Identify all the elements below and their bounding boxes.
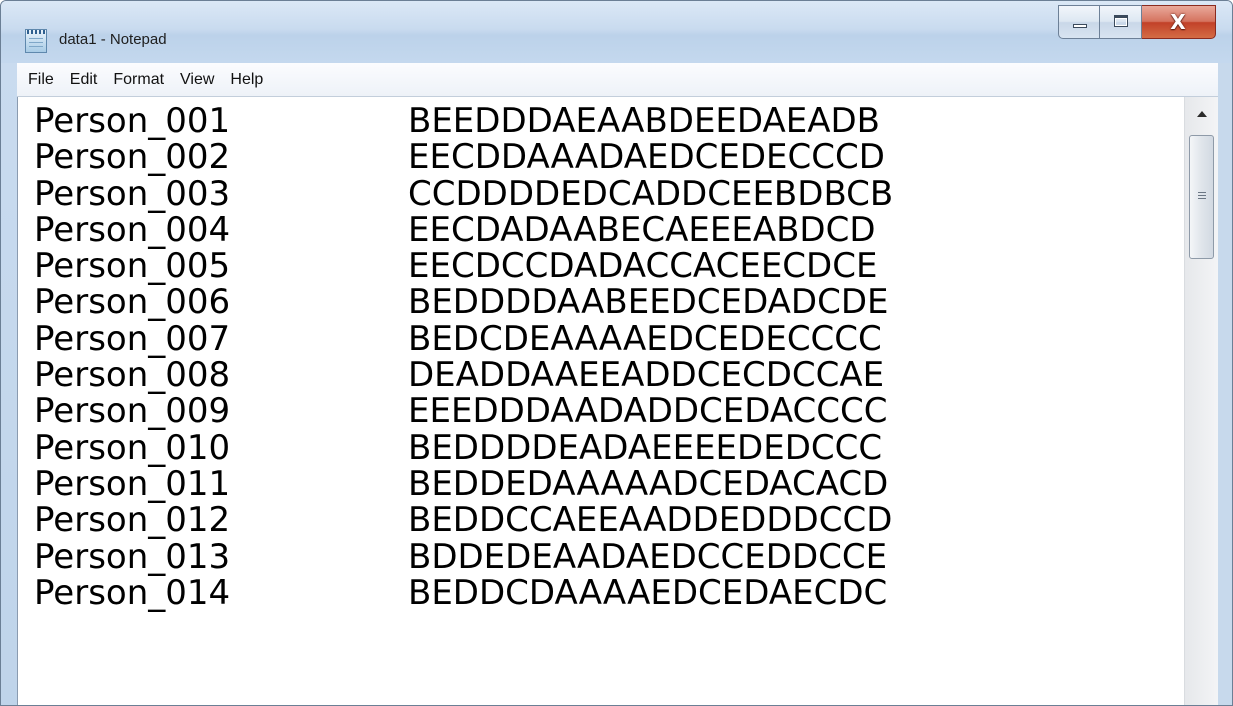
response-code: DEADDAAEEADDCECDCCAE	[408, 355, 885, 396]
menu-help[interactable]: Help	[222, 65, 271, 95]
scroll-up-arrow-icon[interactable]	[1185, 97, 1218, 131]
person-id: Person_001	[34, 101, 231, 141]
text-line: Person_014 BEDDCDAAAAEDCEDAECDC	[34, 572, 1174, 613]
scroll-thumb[interactable]	[1189, 135, 1214, 259]
text-editor[interactable]: Person_001 BEEDDDAEAABDEEDAEADB Person_00…	[17, 97, 1218, 705]
text-line: Person_013 BDDEDEAADAEDCCEDDCCE	[34, 536, 1174, 577]
person-id: Person_009	[34, 391, 231, 432]
vertical-scrollbar[interactable]	[1184, 97, 1218, 705]
response-code: BEDCDEAAAAEDCEDECCCC	[408, 318, 882, 359]
title-bar[interactable]: data1 - Notepad X	[1, 1, 1232, 63]
notepad-window: data1 - Notepad X File Edit Format View …	[0, 0, 1233, 706]
person-id: Person_003	[34, 173, 231, 214]
menu-view[interactable]: View	[172, 65, 222, 95]
text-line: Person_007 BEDCDEAAAAEDCEDECCCC	[34, 318, 1174, 359]
person-id: Person_012	[34, 500, 231, 541]
maximize-button[interactable]	[1100, 5, 1142, 39]
person-id: Person_014	[34, 572, 231, 613]
close-icon: X	[1170, 10, 1186, 34]
response-code: EECDCCDADACCACEECDCE	[408, 246, 878, 287]
menu-format[interactable]: Format	[105, 65, 172, 95]
text-line: Person_006 BEDDDDAABEEDCEDADCDE	[34, 282, 1174, 323]
person-id: Person_013	[34, 536, 231, 577]
menu-bar: File Edit Format View Help	[17, 63, 1218, 97]
response-code: BEDDCDAAAAEDCEDAECDC	[408, 572, 888, 613]
text-line: Person_010 BEDDDDEADAEEEEDEDCCC	[34, 427, 1174, 468]
response-code: BEEDDDAEAABDEEDAEADB	[408, 101, 880, 141]
minimize-icon	[1073, 24, 1087, 28]
person-id: Person_008	[34, 355, 231, 396]
response-code: EECDADAABECAEEEABDCD	[408, 209, 876, 250]
minimize-button[interactable]	[1058, 5, 1100, 39]
person-id: Person_006	[34, 282, 231, 323]
notepad-icon[interactable]	[25, 29, 47, 53]
text-line: Person_001 BEEDDDAEAABDEEDAEADB	[34, 101, 1174, 141]
document-text[interactable]: Person_001 BEEDDDAEAABDEEDAEADB Person_00…	[34, 103, 1174, 611]
response-code: BDDEDEAADAEDCCEDDCCE	[408, 536, 888, 577]
response-code: BEDDCCAEEAADDEDDDCCD	[408, 500, 893, 541]
person-id: Person_002	[34, 137, 231, 178]
person-id: Person_011	[34, 463, 231, 504]
response-code: CCDDDDEDCADDCEEBDBCB	[408, 173, 894, 214]
window-frame-right	[1216, 63, 1232, 705]
response-code: EEEDDDAADADDCEDACCCC	[408, 391, 888, 432]
person-id: Person_007	[34, 318, 231, 359]
window-title: data1 - Notepad	[59, 31, 167, 48]
text-line: Person_012 BEDDCCAEEAADDEDDDCCD	[34, 500, 1174, 541]
menu-file[interactable]: File	[20, 65, 62, 95]
person-id: Person_005	[34, 246, 231, 287]
text-line: Person_011 BEDDEDAAAAADCEDACACD	[34, 463, 1174, 504]
maximize-icon	[1114, 15, 1128, 27]
response-code: EECDDAAADAEDCEDECCCD	[408, 137, 885, 178]
person-id: Person_010	[34, 427, 231, 468]
window-frame-left	[1, 63, 17, 705]
text-line: Person_002 EECDDAAADAEDCEDECCCD	[34, 137, 1174, 178]
text-line: Person_009 EEEDDDAADADDCEDACCCC	[34, 391, 1174, 432]
grip-icon	[1198, 192, 1206, 199]
response-code: BEDDEDAAAAADCEDACACD	[408, 463, 889, 504]
response-code: BEDDDDAABEEDCEDADCDE	[408, 282, 889, 323]
close-button[interactable]: X	[1142, 5, 1216, 39]
response-code: BEDDDDEADAEEEEDEDCCC	[408, 427, 883, 468]
text-line: Person_004 EECDADAABECAEEEABDCD	[34, 209, 1174, 250]
person-id: Person_004	[34, 209, 231, 250]
menu-edit[interactable]: Edit	[62, 65, 106, 95]
text-line: Person_003 CCDDDDEDCADDCEEBDBCB	[34, 173, 1174, 214]
caption-buttons: X	[1058, 5, 1216, 39]
text-line: Person_005 EECDCCDADACCACEECDCE	[34, 246, 1174, 287]
text-line: Person_008 DEADDAAEEADDCECDCCAE	[34, 355, 1174, 396]
